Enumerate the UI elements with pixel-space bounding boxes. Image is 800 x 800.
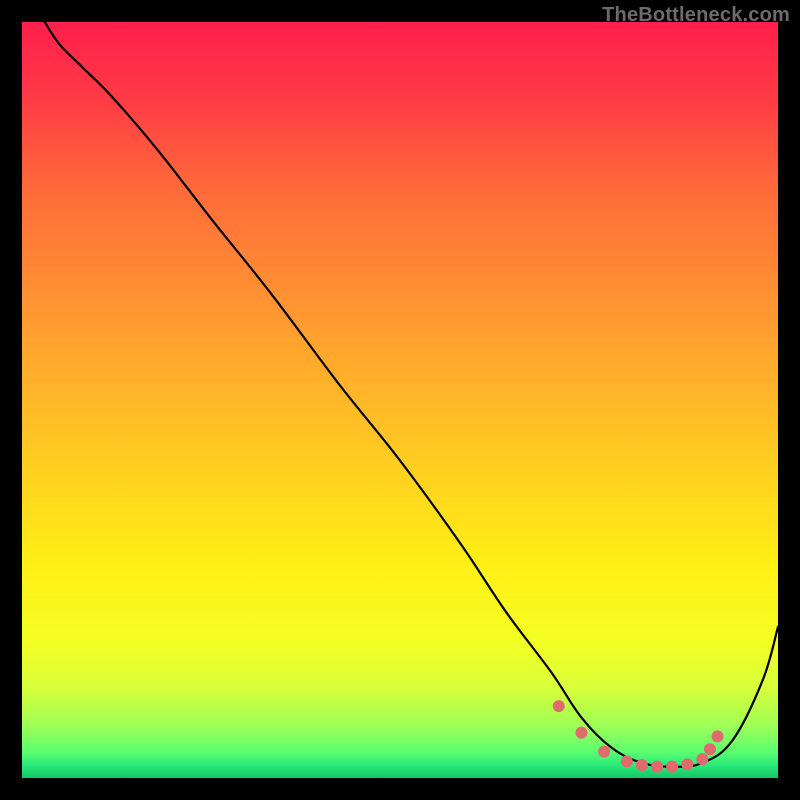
marker-dot [696, 753, 708, 765]
chart-frame: TheBottleneck.com [0, 0, 800, 800]
chart-canvas [22, 22, 778, 778]
marker-dot [651, 761, 663, 773]
marker-dot [704, 743, 716, 755]
marker-dot [575, 727, 587, 739]
marker-dot [712, 730, 724, 742]
gradient-background [22, 22, 778, 778]
marker-dot [621, 755, 633, 767]
marker-dot [636, 759, 648, 771]
marker-dot [553, 700, 565, 712]
plot-area [22, 22, 778, 778]
marker-dot [681, 758, 693, 770]
watermark-text: TheBottleneck.com [602, 4, 790, 27]
marker-dot [598, 746, 610, 758]
marker-dot [666, 761, 678, 773]
